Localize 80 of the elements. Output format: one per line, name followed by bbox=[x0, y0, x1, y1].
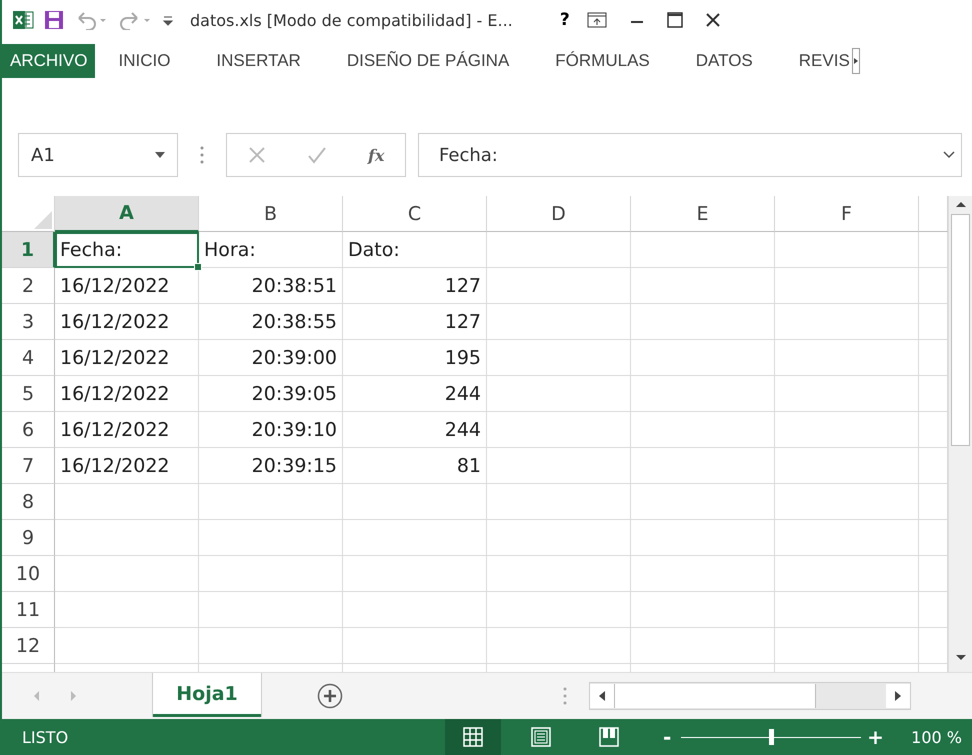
row-header[interactable]: 10 bbox=[2, 556, 55, 592]
table-cell: 20:39:00 bbox=[199, 340, 343, 376]
ribbon-tab[interactable]: INICIO bbox=[95, 40, 194, 82]
add-sheet-icon[interactable] bbox=[317, 683, 343, 709]
table-cell: Dato: bbox=[343, 232, 487, 268]
fill-handle[interactable] bbox=[194, 263, 202, 271]
scroll-thumb[interactable] bbox=[951, 214, 970, 446]
column-header[interactable]: B bbox=[199, 196, 343, 232]
table-cell: 20:39:05 bbox=[199, 376, 343, 412]
table-cell: 16/12/2022 bbox=[55, 304, 199, 340]
table-cell: 16/12/2022 bbox=[55, 268, 199, 304]
column-header[interactable]: F bbox=[775, 196, 919, 232]
ribbon-display-icon[interactable] bbox=[586, 12, 607, 28]
table-cell: 20:39:10 bbox=[199, 412, 343, 448]
page-icon bbox=[531, 727, 552, 747]
normal-view-button[interactable] bbox=[445, 719, 502, 755]
row-header[interactable]: 5 bbox=[2, 376, 55, 412]
scroll-thumb[interactable] bbox=[614, 684, 816, 708]
table-cell: 16/12/2022 bbox=[55, 340, 199, 376]
zoom-in-button[interactable]: + bbox=[867, 725, 884, 749]
slider-thumb[interactable] bbox=[769, 729, 774, 745]
row-header[interactable]: 2 bbox=[2, 268, 55, 304]
check-icon[interactable] bbox=[306, 146, 327, 164]
table-cell: 244 bbox=[343, 376, 487, 412]
table-cell: 127 bbox=[343, 304, 487, 340]
row-header[interactable]: 12 bbox=[2, 628, 55, 664]
ribbon-tab[interactable]: FÓRMULAS bbox=[532, 40, 673, 82]
table-cell: Fecha: bbox=[55, 232, 199, 268]
column-header[interactable]: D bbox=[487, 196, 631, 232]
row-header[interactable]: 3 bbox=[2, 304, 55, 340]
window-title: datos.xls [Modo de compatibilidad] - E... bbox=[190, 10, 513, 30]
table-cell: 16/12/2022 bbox=[55, 412, 199, 448]
table-cell: 16/12/2022 bbox=[55, 376, 199, 412]
table-cell: 81 bbox=[343, 448, 487, 484]
page-break-icon bbox=[599, 727, 620, 747]
table-cell: 16/12/2022 bbox=[55, 448, 199, 484]
row-header[interactable]: 7 bbox=[2, 448, 55, 484]
drag-handle-icon[interactable] bbox=[200, 146, 204, 164]
row-header[interactable]: 11 bbox=[2, 592, 55, 628]
maximize-icon[interactable] bbox=[666, 12, 683, 28]
status-text: LISTO bbox=[22, 728, 70, 746]
ribbon-tab[interactable]: DISEÑO DE PÁGINA bbox=[324, 40, 532, 82]
table-cell: 195 bbox=[343, 340, 487, 376]
name-box[interactable]: A1 bbox=[18, 133, 178, 177]
table-cell: 244 bbox=[343, 412, 487, 448]
row-header[interactable]: 8 bbox=[2, 484, 55, 520]
drag-handle-icon[interactable] bbox=[563, 687, 567, 705]
scroll-right-icon[interactable] bbox=[852, 48, 860, 74]
ribbon-tab[interactable]: REVIS bbox=[776, 40, 852, 82]
row-header[interactable]: 1 bbox=[2, 232, 55, 268]
formula-field[interactable]: Fecha: bbox=[418, 133, 962, 177]
dropdown-icon[interactable] bbox=[155, 152, 165, 158]
ribbon-tab[interactable]: ARCHIVO bbox=[2, 44, 96, 78]
table-cell: 20:38:51 bbox=[199, 268, 343, 304]
save-icon[interactable] bbox=[44, 10, 64, 30]
table-cell: 20:38:55 bbox=[199, 304, 343, 340]
scroll-left-icon[interactable] bbox=[590, 684, 614, 708]
zoom-out-button[interactable]: - bbox=[659, 725, 676, 749]
column-header[interactable]: A bbox=[55, 196, 199, 232]
expand-icon[interactable] bbox=[943, 151, 955, 159]
row-header[interactable]: 9 bbox=[2, 520, 55, 556]
sheet-tab[interactable]: Hoja1 bbox=[153, 673, 261, 717]
table-cell: 127 bbox=[343, 268, 487, 304]
column-header[interactable]: E bbox=[631, 196, 775, 232]
row-header[interactable]: 6 bbox=[2, 412, 55, 448]
column-header[interactable]: C bbox=[343, 196, 487, 232]
spreadsheet-logo-icon bbox=[12, 10, 34, 30]
grid-icon bbox=[463, 727, 484, 747]
zoom-level[interactable]: 100 % bbox=[911, 728, 962, 746]
horizontal-scrollbar[interactable] bbox=[589, 682, 911, 710]
scroll-right-icon[interactable] bbox=[886, 684, 910, 708]
vertical-scrollbar[interactable] bbox=[948, 196, 972, 672]
ribbon-tab[interactable]: DATOS bbox=[672, 40, 776, 82]
help-button[interactable]: ? bbox=[552, 10, 577, 30]
ribbon-tab[interactable]: INSERTAR bbox=[193, 40, 324, 82]
table-cell: Hora: bbox=[199, 232, 343, 268]
row-header[interactable]: 4 bbox=[2, 340, 55, 376]
close-icon[interactable] bbox=[704, 12, 721, 28]
insert-function-button[interactable]: fx bbox=[368, 146, 384, 164]
table-cell: 20:39:15 bbox=[199, 448, 343, 484]
